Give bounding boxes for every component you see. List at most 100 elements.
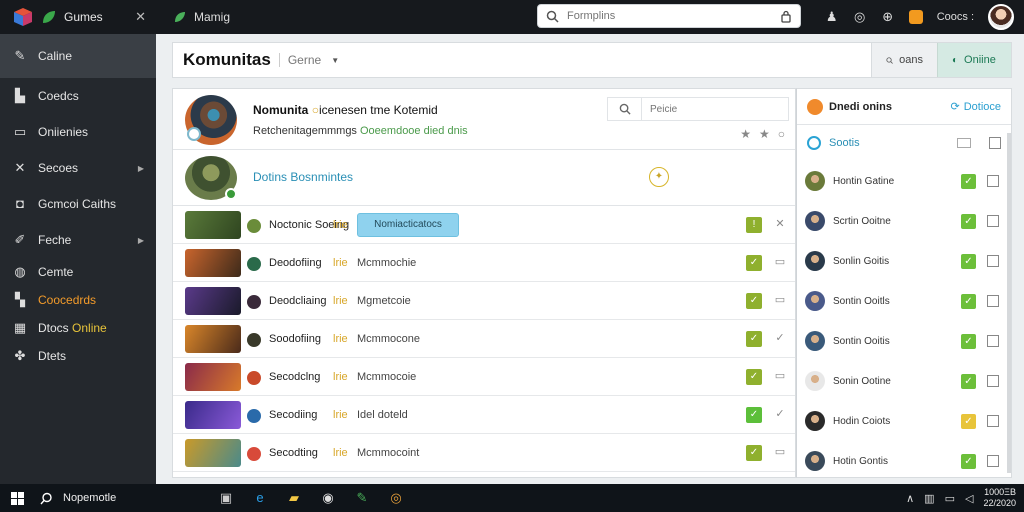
check-icon[interactable]: ✓ [961,374,976,389]
game-action-button[interactable]: Nomiacticatocs [357,213,459,237]
checkbox[interactable] [987,415,999,427]
online-button[interactable]: ◐ Oniine [937,43,1011,77]
network-icon[interactable]: ▥ [924,492,934,505]
check-icon[interactable]: ✓ [961,454,976,469]
game-name: Secodting [269,447,318,459]
scrollbar[interactable] [1007,133,1011,473]
checkbox[interactable] [987,375,999,387]
chrome-icon[interactable]: ◎ [388,490,404,506]
check-icon[interactable]: ✓ [961,214,976,229]
battery-icon[interactable]: ▭ [945,492,955,505]
check-icon[interactable]: ✓ [746,293,762,309]
user-label[interactable]: Coocs : [937,11,974,23]
clock[interactable]: 1000ΞΒ 22/2020 [983,487,1016,509]
sidebar-item-dtets[interactable]: ✤ Dtets [0,342,156,370]
search-bar[interactable] [537,4,801,28]
start-button[interactable] [0,484,34,512]
row-action-icon[interactable]: ▭ [773,255,787,269]
task-view-icon[interactable]: ▣ [218,490,234,506]
edge-icon[interactable]: e [252,490,268,506]
check-icon[interactable]: ✓ [746,369,762,385]
avatar[interactable] [988,4,1014,30]
check-icon[interactable]: ! [746,217,762,233]
row-action-icon[interactable]: ✕ [773,217,787,231]
game-row[interactable]: Secodclng lrie Mcmmocoie ✓ ▭ [173,358,795,396]
game-search[interactable] [607,97,789,121]
sidebar-item-coedcs[interactable]: ▙ Coedcs [0,78,156,114]
globe-icon[interactable]: ⊕ [881,10,895,24]
check-icon[interactable]: ✓ [746,407,762,423]
category-dropdown[interactable]: Gerne ▼ [278,53,339,67]
game-row[interactable]: Secodiing lrie Idel doteld ✓ ✓ [173,396,795,434]
circle-icon[interactable]: ○ [778,127,785,141]
friend-row[interactable]: Sonin Ootine ✓ [797,361,1011,401]
row-action-icon[interactable]: ✓ [773,331,787,345]
chevron-up-icon[interactable]: ∧ [906,492,914,505]
sidebar: ✎ Caline ▙ Coedcs ▭ Oniienies ✕ Secoes ▶… [0,34,156,484]
coin-icon[interactable]: ✦ [649,167,669,187]
check-icon[interactable]: ✓ [961,294,976,309]
row-action-icon[interactable]: ✓ [773,407,787,421]
friends-action[interactable]: ⟳ Dotioce [950,100,1001,114]
taskbar-search[interactable]: Nopemotle [34,484,204,512]
steam-icon[interactable]: ◉ [320,490,336,506]
search-input[interactable] [567,10,772,22]
game-row[interactable]: Secodting lrie Mcmmocoint ✓ ▭ [173,434,795,472]
game-row[interactable]: Noctonic Soeing lrie Nomiacticatocs ! ✕ [173,206,795,244]
friend-row[interactable]: Hotin Gontis ✓ [797,441,1011,481]
search-icon [40,492,52,504]
friend-row[interactable]: Hontin Gatine ✓ [797,161,1011,201]
posts-button[interactable]: oans [871,43,937,77]
sidebar-item-coocedrds[interactable]: ▚ Coocedrds [0,286,156,314]
close-icon[interactable]: ✕ [135,9,146,25]
sidebar-item-dtocs[interactable]: ▦ Dtocs Online [0,314,156,342]
checkbox[interactable] [987,175,999,187]
sidebar-item-cemte[interactable]: ◍ Cemte [0,258,156,286]
checkbox[interactable] [987,215,999,227]
sidebar-item-oniienies[interactable]: ▭ Oniienies [0,114,156,150]
checkbox[interactable] [987,335,999,347]
chat-icon[interactable]: ◎ [853,10,867,24]
game-row[interactable]: Soodofiing lrie Mcmmocone ✓ ✓ [173,320,795,358]
friend-row[interactable]: Hodin Coiots ✓ [797,401,1011,441]
user-icon[interactable]: ♟ [825,10,839,24]
friend-row[interactable]: Sontin Ooitls ✓ [797,281,1011,321]
checkbox[interactable] [987,295,999,307]
sidebar-item-gcmcoi[interactable]: ◘ Gcmcoi Caiths [0,186,156,222]
featured-game[interactable]: Dotins Bosnmintes ✦ [173,150,795,206]
search-icon[interactable] [608,98,642,120]
volume-icon[interactable]: ◁ [965,492,973,505]
row-action-icon[interactable]: ▭ [773,445,787,459]
sidebar-item-caline[interactable]: ✎ Caline [0,34,156,78]
friend-row[interactable]: Sonlin Goitis ✓ [797,241,1011,281]
page-header: Komunitas Gerne ▼ oans ◐ Oniine [172,42,1012,78]
sidebar-item-secoes[interactable]: ✕ Secoes ▶ [0,150,156,186]
folder-icon[interactable]: ▰ [286,490,302,506]
check-icon[interactable]: ✓ [746,331,762,347]
app-tab[interactable]: Gumes ✕ [0,0,156,34]
lock-icon[interactable] [780,10,792,23]
friend-row[interactable]: Scrtin Ooitne ✓ [797,201,1011,241]
check-icon[interactable]: ✓ [961,174,976,189]
sidebar-item-feche[interactable]: ✐ Feche ▶ [0,222,156,258]
check-icon[interactable]: ✓ [961,254,976,269]
check-icon[interactable]: ✓ [746,255,762,271]
notification-icon[interactable] [908,10,923,24]
row-action-icon[interactable]: ▭ [773,293,787,307]
leaf-icon[interactable]: ✎ [354,490,370,506]
row-action-icon[interactable]: ▭ [773,369,787,383]
checkbox[interactable] [989,137,1001,149]
check-icon[interactable]: ✓ [961,334,976,349]
game-row[interactable]: Deodcliaing lrie Mgmetcoie ✓ ▭ [173,282,795,320]
star-icon[interactable]: ★ [759,127,770,141]
check-icon[interactable]: ✓ [746,445,762,461]
check-icon[interactable]: ✓ [961,414,976,429]
star-icon[interactable]: ★ [740,127,751,141]
friend-row[interactable]: Sontin Ooitis ✓ [797,321,1011,361]
game-search-input[interactable] [642,103,782,115]
checkbox[interactable] [987,455,999,467]
game-avatar[interactable] [185,95,237,145]
game-row[interactable]: Deodofiing lrie Mcmmochie ✓ ▭ [173,244,795,282]
checkbox[interactable] [987,255,999,267]
keyboard-icon[interactable] [957,138,971,148]
